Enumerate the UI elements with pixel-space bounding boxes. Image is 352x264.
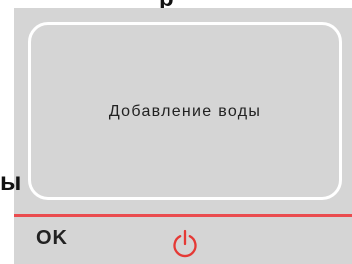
power-button[interactable] (170, 228, 200, 258)
ok-button[interactable]: OK (36, 227, 68, 250)
power-icon (173, 229, 197, 258)
water-adding-message: Добавление воды (108, 103, 262, 120)
message-card: Добавление воды (28, 22, 342, 200)
appliance-screen: р Добавление воды ы OK (0, 0, 352, 264)
bottom-action-bar: OK (14, 217, 352, 264)
left-edge-partial-text: ы (0, 168, 22, 196)
